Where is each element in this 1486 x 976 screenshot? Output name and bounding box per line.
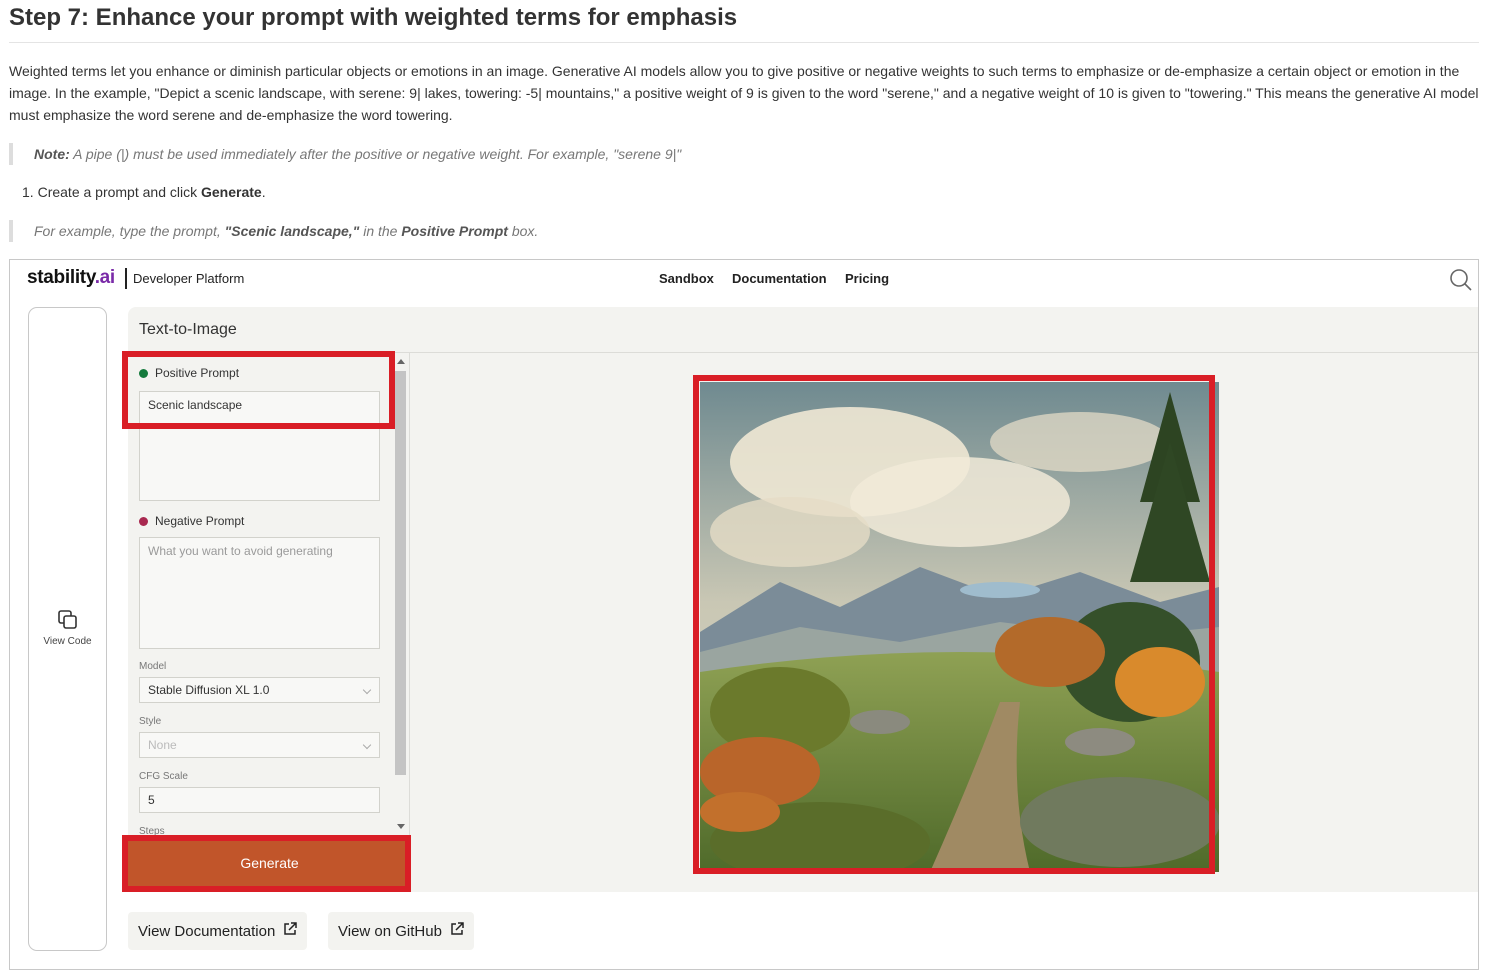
app-screenshot: stability.ai Developer Platform Sandbox … (9, 259, 1479, 970)
external-link-icon (283, 922, 298, 940)
step-text-before: Create a prompt and click (37, 184, 201, 200)
negative-label-text: Negative Prompt (155, 514, 245, 528)
search-icon[interactable] (1449, 268, 1473, 292)
stability-logo[interactable]: stability.ai (27, 267, 115, 289)
model-value: Stable Diffusion XL 1.0 (148, 683, 270, 697)
step-bold: Generate (200, 184, 262, 200)
generate-button[interactable]: Generate (128, 837, 411, 890)
example-middle: in the (359, 223, 402, 239)
copy-icon (29, 608, 106, 632)
positive-prompt-input[interactable]: Scenic landscape (139, 391, 380, 501)
negative-prompt-label: Negative Prompt (139, 514, 244, 528)
nav-documentation[interactable]: Documentation (732, 271, 827, 286)
negative-prompt-placeholder: What you want to avoid generating (148, 544, 333, 558)
step-text-after: . (261, 184, 266, 200)
step-list-item: 1. Create a prompt and click Generate. (22, 181, 266, 203)
scroll-down-icon[interactable] (397, 824, 405, 829)
view-documentation-label: View Documentation (138, 922, 276, 940)
external-link-icon (450, 922, 464, 940)
prompt-form: Positive Prompt Scenic landscape Negativ… (128, 353, 410, 837)
positive-label-text: Positive Prompt (155, 366, 240, 380)
view-code-label: View Code (43, 636, 92, 647)
generated-image (700, 382, 1219, 872)
style-select[interactable]: None (139, 732, 380, 758)
note-callout: Note: A pipe (|) must be used immediatel… (9, 143, 681, 165)
title-divider (9, 42, 1479, 43)
chevron-down-icon (362, 685, 372, 695)
cfg-scale-value: 5 (148, 793, 155, 807)
cfg-scale-input[interactable]: 5 (139, 787, 380, 813)
negative-prompt-input[interactable]: What you want to avoid generating (139, 537, 380, 649)
example-box: Positive Prompt (401, 223, 508, 239)
page-title: Step 7: Enhance your prompt with weighte… (9, 4, 738, 31)
logo-text: stability (27, 267, 95, 288)
model-label: Model (139, 661, 167, 672)
cfg-scale-label: CFG Scale (139, 771, 188, 782)
steps-label: Steps (139, 826, 165, 836)
view-github-label: View on GitHub (338, 922, 442, 940)
workspace-panel: Text-to-Image Positive Prompt Scenic lan… (128, 307, 1478, 892)
view-code-button[interactable]: View Code (29, 608, 106, 647)
scroll-up-icon[interactable] (397, 359, 405, 364)
step-number: 1. (22, 184, 34, 200)
top-navbar: stability.ai Developer Platform Sandbox … (10, 260, 1478, 300)
example-after: box. (507, 223, 539, 239)
chevron-down-icon (362, 740, 372, 750)
positive-prompt-label: Positive Prompt (139, 366, 239, 380)
model-select[interactable]: Stable Diffusion XL 1.0 (139, 677, 380, 703)
form-scrollbar[interactable] (394, 353, 407, 837)
note-label: Note: (34, 146, 70, 162)
nav-sandbox[interactable]: Sandbox (659, 271, 714, 286)
view-documentation-button[interactable]: View Documentation (128, 912, 308, 950)
positive-dot-icon (139, 368, 148, 378)
style-value: None (148, 738, 177, 752)
nav-pricing[interactable]: Pricing (845, 271, 889, 286)
workspace-title: Text-to-Image (139, 321, 237, 338)
negative-dot-icon (139, 516, 148, 526)
scroll-thumb[interactable] (395, 371, 406, 775)
logo-separator (125, 268, 127, 289)
intro-paragraph: Weighted terms let you enhance or dimini… (9, 63, 1479, 123)
side-panel: View Code (28, 307, 107, 951)
positive-prompt-value: Scenic landscape (148, 398, 243, 412)
example-prompt: "Scenic landscape," (224, 223, 360, 239)
example-callout: For example, type the prompt, "Scenic la… (9, 220, 538, 242)
logo-accent: .ai (94, 267, 116, 288)
platform-label: Developer Platform (133, 271, 245, 286)
style-label: Style (139, 716, 162, 727)
example-before: For example, type the prompt, (34, 223, 225, 239)
note-text: A pipe (|) must be used immediately afte… (69, 146, 682, 162)
view-github-button[interactable]: View on GitHub (328, 912, 474, 950)
